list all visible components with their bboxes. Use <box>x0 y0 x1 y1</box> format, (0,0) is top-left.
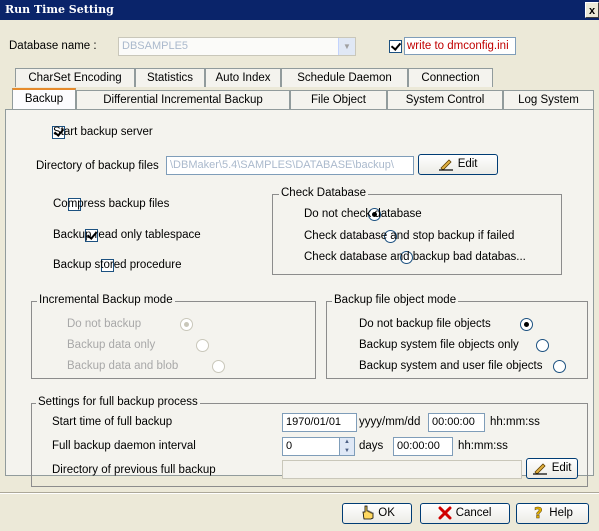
file-object-option-2-radio[interactable] <box>552 360 566 373</box>
chevron-down-icon[interactable]: ▼ <box>338 38 355 55</box>
backup-stored-procedure-label: Backup stored procedure <box>53 259 182 271</box>
previous-full-backup-edit-button[interactable]: Edit <box>526 458 578 479</box>
tab-log-system[interactable]: Log System <box>503 90 594 109</box>
start-time-label: Start time of full backup <box>52 416 173 428</box>
ok-label: OK <box>378 507 395 519</box>
interval-days-field[interactable]: 0 <box>282 437 340 456</box>
incremental-backup-title: Incremental Backup mode <box>37 294 175 306</box>
incremental-option-1-radio[interactable] <box>195 339 209 352</box>
incremental-option-1-label: Backup data only <box>67 339 156 351</box>
incremental-option-2-label: Backup data and blob <box>67 360 179 372</box>
cancel-label: Cancel <box>455 507 492 519</box>
svg-text:?: ? <box>534 505 543 520</box>
x-icon <box>438 506 452 520</box>
tab-system-control[interactable]: System Control <box>387 90 503 109</box>
write-dmconfig-checkbox[interactable] <box>389 40 402 53</box>
previous-full-backup-edit-label: Edit <box>551 462 572 474</box>
database-name-combo[interactable]: DBSAMPLE5 <box>118 37 356 56</box>
incremental-option-2-radio[interactable] <box>212 360 226 373</box>
spin-up-icon[interactable]: ▲ <box>340 438 354 447</box>
incremental-option-0-label: Do not backup <box>67 318 142 330</box>
file-object-mode-title: Backup file object mode <box>332 294 459 306</box>
full-backup-title: Settings for full backup process <box>36 396 200 408</box>
start-time-field[interactable]: 00:00:00 <box>428 413 485 432</box>
previous-full-backup-field[interactable] <box>282 460 522 479</box>
start-backup-server-label: Start backup server <box>53 126 153 138</box>
pencil-icon <box>439 159 454 171</box>
interval-days-value: 0 <box>286 440 293 452</box>
tab-connection[interactable]: Connection <box>408 68 493 87</box>
backup-dir-label: Directory of backup files <box>36 160 159 172</box>
file-object-option-2-label: Backup system and user file objects <box>359 360 543 372</box>
hand-icon <box>362 506 374 520</box>
start-time-format-label: hh:mm:ss <box>490 416 540 428</box>
tab-differential-incremental-backup[interactable]: Differential Incremental Backup <box>76 90 290 109</box>
start-date-field[interactable]: 1970/01/01 <box>282 413 357 432</box>
question-icon: ? <box>534 504 543 523</box>
interval-label: Full backup daemon interval <box>52 440 196 452</box>
interval-time-field[interactable]: 00:00:00 <box>393 437 453 456</box>
backup-dir-edit-label: Edit <box>457 158 478 170</box>
incremental-option-0-radio[interactable] <box>179 318 193 331</box>
check-db-option-2-label: Check database and backup bad databas... <box>304 251 526 263</box>
window-title: Run Time Setting <box>5 3 114 16</box>
close-button[interactable]: x <box>585 2 599 18</box>
date-format-label: yyyy/mm/dd <box>359 416 421 428</box>
start-time-value: 00:00:00 <box>432 416 475 428</box>
interval-time-value: 00:00:00 <box>397 440 440 452</box>
ok-button[interactable]: OK <box>342 503 412 524</box>
backup-dir-value: \DBMaker\5.4\SAMPLES\DATABASE\backup\ <box>170 159 394 171</box>
tab-file-object[interactable]: File Object <box>290 90 387 109</box>
backup-dir-edit-button[interactable]: Edit <box>418 154 498 175</box>
backup-dir-field[interactable]: \DBMaker\5.4\SAMPLES\DATABASE\backup\ <box>166 156 414 175</box>
pencil-icon <box>533 463 548 475</box>
window-title-bar: Run Time Setting <box>0 0 599 20</box>
check-database-title: Check Database <box>279 187 369 199</box>
tab-backup[interactable]: Backup <box>12 88 76 109</box>
bottom-separator <box>0 492 599 494</box>
compress-backup-label: Compress backup files <box>53 198 170 210</box>
check-db-option-1-label: Check database and stop backup if failed <box>304 230 515 242</box>
help-button[interactable]: ? Help <box>516 503 589 524</box>
interval-days-spinner[interactable]: ▲ ▼ <box>340 437 355 456</box>
file-object-option-1-label: Backup system file objects only <box>359 339 519 351</box>
tab-schedule-daemon[interactable]: Schedule Daemon <box>281 68 408 87</box>
database-name-value: DBSAMPLE5 <box>122 40 189 52</box>
database-name-label: Database name : <box>9 40 97 52</box>
interval-time-format-label: hh:mm:ss <box>458 440 508 452</box>
write-dmconfig-label[interactable]: write to dmconfig.ini <box>404 37 516 55</box>
start-date-value: 1970/01/01 <box>286 416 342 428</box>
tab-charset-encoding[interactable]: CharSet Encoding <box>15 68 135 87</box>
cancel-button[interactable]: Cancel <box>420 503 510 524</box>
check-db-option-0-label: Do not check database <box>304 208 422 220</box>
previous-full-backup-label: Directory of previous full backup <box>52 464 216 476</box>
days-label: days <box>359 440 384 452</box>
tab-auto-index[interactable]: Auto Index <box>205 68 281 87</box>
tab-statistics[interactable]: Statistics <box>135 68 205 87</box>
file-object-option-0-label: Do not backup file objects <box>359 318 491 330</box>
backup-readonly-tablespace-label: Backup read only tablespace <box>53 229 201 241</box>
spin-down-icon[interactable]: ▼ <box>340 447 354 456</box>
help-label: Help <box>549 507 573 519</box>
